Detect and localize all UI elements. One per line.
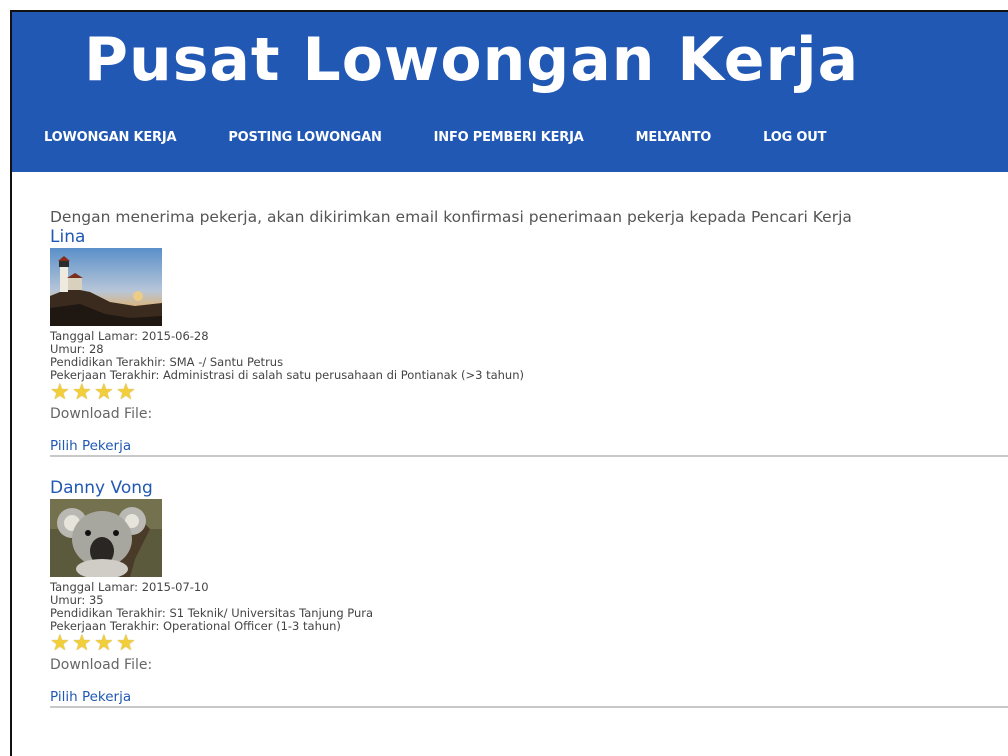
koala-photo[interactable]: [50, 499, 162, 577]
star-icon: ★: [50, 380, 70, 405]
download-file-label: Download File:: [50, 657, 153, 673]
applicant-card: Danny Vong Tanggal Lamar: 2015-07-10 Umu…: [50, 477, 1008, 708]
last-job: Pekerjaan Terakhir: Operational Officer …: [50, 619, 341, 633]
nav-log-out[interactable]: LOG OUT: [763, 130, 826, 145]
page-frame: Pusat Lowongan Kerja LOWONGAN KERJA POST…: [10, 10, 1008, 756]
pick-worker-link[interactable]: Pilih Pekerja: [50, 688, 1008, 706]
main-content: Dengan menerima pekerja, akan dikirimkan…: [12, 208, 1008, 708]
applicant-card: Lina Tanggal Lamar: 2015-06-28 Umur: 28 …: [50, 226, 1008, 457]
site-header: Pusat Lowongan Kerja LOWONGAN KERJA POST…: [12, 12, 1008, 172]
pick-worker-link[interactable]: Pilih Pekerja: [50, 437, 1008, 455]
star-icon: ★: [94, 380, 114, 405]
download-file-label: Download File:: [50, 406, 153, 422]
star-icon: ★: [116, 380, 136, 405]
main-nav: LOWONGAN KERJA POSTING LOWONGAN INFO PEM…: [44, 130, 878, 145]
nav-user-melyanto[interactable]: MELYANTO: [636, 130, 712, 145]
star-icon: ★: [116, 631, 136, 656]
intro-text: Dengan menerima pekerja, akan dikirimkan…: [50, 208, 852, 226]
nav-lowongan-kerja[interactable]: LOWONGAN KERJA: [44, 130, 177, 145]
star-icon: ★: [50, 631, 70, 656]
last-job: Pekerjaan Terakhir: Administrasi di sala…: [50, 368, 524, 382]
rating-stars: ★ ★ ★ ★: [50, 631, 1008, 656]
rating-stars: ★ ★ ★ ★: [50, 380, 1008, 405]
divider: [50, 706, 1008, 708]
star-icon: ★: [94, 631, 114, 656]
star-icon: ★: [72, 380, 92, 405]
divider: [50, 455, 1008, 457]
nav-info-pemberi-kerja[interactable]: INFO PEMBERI KERJA: [434, 130, 584, 145]
nav-posting-lowongan[interactable]: POSTING LOWONGAN: [228, 130, 381, 145]
applicant-name-link[interactable]: Danny Vong: [50, 477, 1008, 499]
lighthouse-photo[interactable]: [50, 248, 162, 326]
apply-date: Tanggal Lamar: 2015-06-28: [50, 329, 209, 343]
applicant-info: Tanggal Lamar: 2015-07-10 Umur: 35 Pendi…: [50, 581, 1008, 633]
star-icon: ★: [72, 631, 92, 656]
applicant-info: Tanggal Lamar: 2015-06-28 Umur: 28 Pendi…: [50, 330, 1008, 382]
applicant-name-link[interactable]: Lina: [50, 226, 1008, 248]
apply-date: Tanggal Lamar: 2015-07-10: [50, 580, 209, 594]
site-title: Pusat Lowongan Kerja: [84, 25, 860, 95]
